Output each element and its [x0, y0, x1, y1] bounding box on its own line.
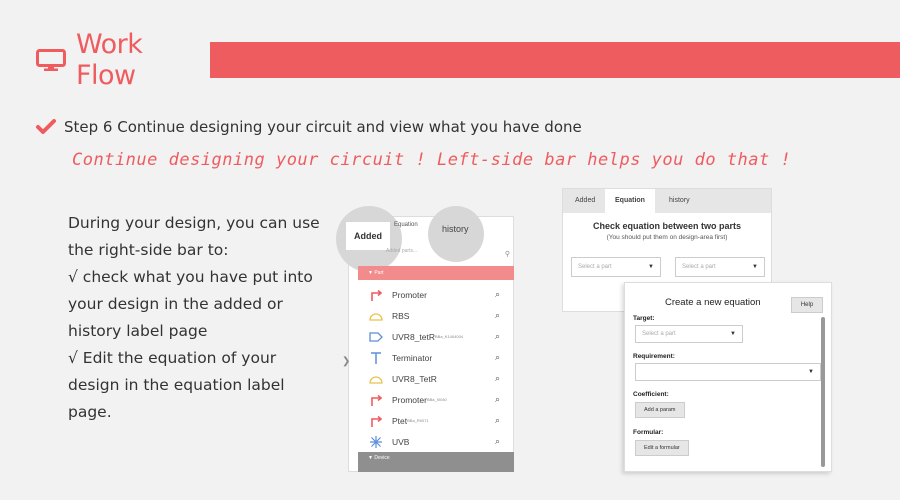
list-item[interactable]: Promoter BBa_I0040 ⌕ — [358, 389, 514, 410]
tab-history[interactable]: history — [442, 224, 469, 234]
description: During your design, you can use the righ… — [68, 210, 320, 426]
step-line: Step 6 Continue designing your circuit a… — [36, 118, 582, 136]
description-line: the right-side bar to: — [68, 241, 229, 259]
device-section-header[interactable]: ▼ Device — [358, 452, 514, 472]
caret-down-icon: ▼ — [648, 264, 654, 270]
list-item[interactable]: UVR8_TetR ⌕ — [358, 368, 514, 389]
parts-search-input[interactable]: Added parts... ⚲ — [356, 248, 514, 262]
list-item[interactable]: Promoter ⌕ — [358, 284, 514, 305]
rbs-icon — [366, 309, 386, 323]
list-item-label: Promoter — [392, 394, 427, 405]
list-item-sublabel: BBa_K1404004 — [435, 334, 464, 339]
slide: Work Flow Step 6 Continue designing your… — [0, 0, 900, 500]
zoom-icon[interactable]: ⌕ — [495, 373, 500, 384]
parts-list: Promoter ⌕ RBS ⌕ UVR8_tetR BBa_K1404004 ⌕ Termi… — [358, 284, 514, 452]
requirement-label: Requirement: — [633, 353, 675, 360]
zoom-icon[interactable]: ⌕ — [495, 310, 500, 321]
list-item-sublabel: BBa_R0071 — [407, 418, 429, 423]
tab-equation[interactable]: Equation — [394, 222, 418, 228]
search-placeholder: Added parts... — [386, 248, 418, 254]
promoter-arrow-icon — [366, 288, 386, 302]
list-item-label: Terminator — [392, 352, 433, 363]
description-line: During your design, you can use — [68, 214, 320, 232]
edit-formular-button[interactable]: Edit a formular — [635, 440, 689, 456]
monitor-icon — [36, 49, 66, 71]
part-select-1[interactable]: Select a part ▼ — [571, 257, 661, 277]
uvb-icon — [366, 435, 386, 449]
rbs-icon — [366, 372, 386, 386]
requirement-select[interactable]: ▼ — [635, 363, 821, 381]
page-title: Work Flow — [75, 29, 143, 91]
tab-added[interactable]: Added — [346, 222, 390, 250]
create-equation-title: Create a new equation — [665, 297, 761, 308]
promoter-arrow-icon — [366, 414, 386, 428]
caret-down-icon: ▼ — [752, 264, 758, 270]
part-section-header[interactable]: ▼ Part — [358, 266, 514, 280]
part-select-2-placeholder: Select a part — [682, 264, 716, 270]
list-item-label: Promoter — [392, 289, 427, 300]
scrollbar[interactable] — [821, 317, 825, 467]
sidebar-screenshot: Added Equation history Added parts... ⚲ … — [336, 206, 516, 472]
zoom-icon[interactable]: ⌕ — [495, 331, 500, 342]
description-line: your design in the added or — [68, 295, 283, 313]
list-item[interactable]: Terminator ⌕ — [358, 347, 514, 368]
terminator-icon — [366, 351, 386, 365]
description-line: √ Edit the equation of your — [68, 349, 277, 367]
part-select-2[interactable]: Select a part ▼ — [675, 257, 765, 277]
tab-history[interactable]: history — [669, 189, 690, 213]
list-item-label: UVR8_TetR — [392, 373, 437, 384]
description-line: design in the equation label — [68, 376, 285, 394]
search-icon: ⚲ — [504, 251, 510, 258]
header-title-box: Work Flow — [26, 29, 210, 91]
add-param-button[interactable]: Add a param — [635, 402, 685, 418]
list-item[interactable]: UVB ⌕ — [358, 431, 514, 452]
list-item-label: RBS — [392, 310, 410, 321]
chevron-left-icon[interactable]: ❯ — [342, 356, 350, 367]
tab-added[interactable]: Added — [575, 189, 595, 213]
equation-check-title: Check equation between two parts — [592, 221, 742, 231]
checkmark-icon — [36, 119, 56, 134]
zoom-icon[interactable]: ⌕ — [495, 289, 500, 300]
list-item[interactable]: UVR8_tetR BBa_K1404004 ⌕ — [358, 326, 514, 347]
step-text: Step 6 Continue designing your circuit a… — [64, 118, 582, 136]
equation-tabs: Added Equation history — [563, 189, 771, 213]
target-select[interactable]: Select a part ▼ — [635, 325, 743, 343]
handwritten-subtitle: Continue designing your circuit ! Left-s… — [72, 150, 792, 170]
list-item[interactable]: Ptet BBa_R0071 ⌕ — [358, 410, 514, 431]
description-line: √ check what you have put into — [68, 268, 313, 286]
list-item-label: Ptet — [392, 415, 408, 426]
equation-check-subtitle: (You should put them on design-area firs… — [606, 234, 728, 241]
tab-equation[interactable]: Equation — [605, 189, 655, 213]
zoom-icon[interactable]: ⌕ — [495, 436, 500, 447]
part-header-label: Part — [374, 270, 384, 276]
list-item-sublabel: BBa_I0040 — [426, 397, 447, 402]
create-equation-screenshot: Create a new equation Help Target: Selec… — [624, 282, 832, 472]
caret-down-icon: ▼ — [730, 331, 736, 337]
zoom-icon[interactable]: ⌕ — [495, 394, 500, 405]
part-select-1-placeholder: Select a part — [578, 264, 612, 270]
zoom-icon[interactable]: ⌕ — [495, 415, 500, 426]
help-button[interactable]: Help — [791, 297, 823, 313]
coefficient-label: Coefficient: — [633, 391, 669, 398]
formular-label: Formular: — [633, 429, 664, 436]
list-item[interactable]: RBS ⌕ — [358, 305, 514, 326]
description-line: history label page — [68, 322, 208, 340]
list-item-label: UVR8_tetR — [392, 331, 435, 342]
zoom-icon[interactable]: ⌕ — [495, 352, 500, 363]
promoter-arrow-icon — [366, 393, 386, 407]
list-item-label: UVB — [392, 436, 410, 447]
target-label: Target: — [633, 315, 655, 322]
target-placeholder: Select a part — [642, 331, 676, 337]
cds-icon — [366, 330, 386, 344]
device-header-label: Device — [374, 455, 390, 461]
caret-down-icon: ▼ — [808, 369, 814, 375]
description-line: page. — [68, 403, 112, 421]
